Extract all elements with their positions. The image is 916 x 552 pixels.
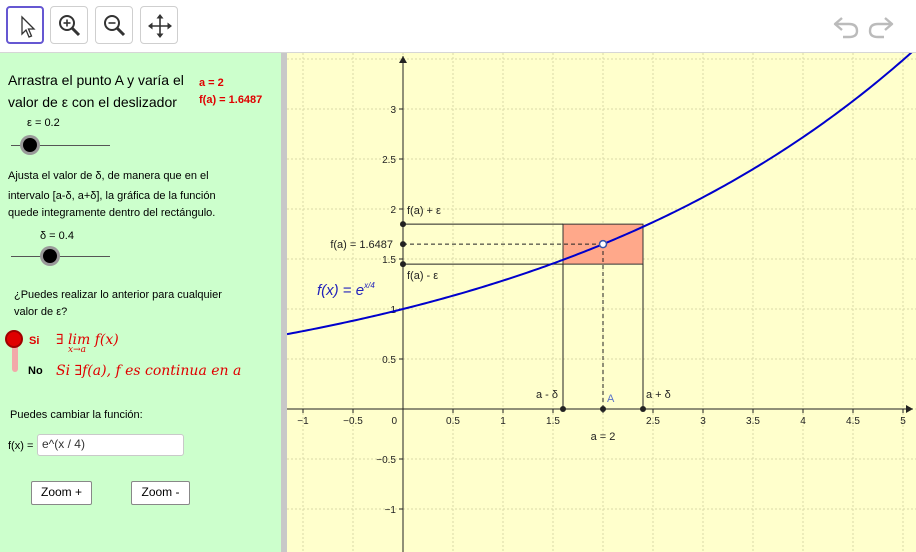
x-tick-label: 1.5 — [546, 416, 560, 427]
fa-value-text: f(a) = 1.6487 — [199, 94, 263, 106]
delta-slider-track[interactable] — [11, 256, 110, 257]
formula-lhs: f(x) — [317, 282, 339, 299]
x-tick-label: −1 — [297, 416, 309, 427]
formula-equals: = — [339, 282, 356, 299]
move-arrows-icon — [148, 14, 172, 38]
label-fa-minus-eps: f(a) - ε — [407, 270, 438, 282]
continuity-text: Si ∃f(a), f es continua en a — [56, 363, 242, 379]
y-tick-label: −1 — [385, 505, 397, 516]
graphics-view[interactable]: −1 −0.5 0.5 1 3 3.5 4 4.5 5 1.5 2.5 0 3 2.5 2 1.5 1 0.5 −0… — [287, 53, 916, 552]
y-tick-label: −0.5 — [376, 455, 396, 466]
change-function-label: Puedes cambiar la función: — [10, 409, 143, 421]
fx-input-label: f(x) = — [8, 440, 34, 452]
point-a-axis — [600, 406, 606, 412]
y-tick-label: 2 — [390, 205, 396, 216]
redo-icon[interactable] — [867, 12, 897, 40]
y-tick-label: 3 — [390, 105, 396, 116]
instructions-line-2: intervalo [a-δ, a+δ], la gráfica de la f… — [8, 190, 216, 202]
graph-canvas[interactable]: −1 −0.5 0.5 1 3 3.5 4 4.5 51.5 2.5032.521.510.5−0… — [287, 53, 916, 552]
label-a-plus-delta: a + δ — [646, 389, 671, 401]
point-a-plus-delta — [640, 406, 646, 412]
zoom-out-button[interactable]: Zoom - — [131, 481, 190, 505]
zoom-in-tool-button[interactable] — [50, 6, 88, 44]
zoom-in-icon — [59, 15, 81, 37]
y-tick-label: 1.5 — [382, 255, 396, 266]
x-axis-arrow — [906, 405, 913, 413]
limit-exists-text: ∃ lim f(x) — [56, 332, 119, 348]
toggle-no-label[interactable]: No — [28, 365, 43, 377]
point-a-minus-delta — [560, 406, 566, 412]
zoom-out-icon — [104, 15, 126, 37]
x-tick-label: −0.5 — [343, 416, 363, 427]
label-fa: f(a) = 1.6487 — [330, 239, 393, 251]
epsilon-slider-knob[interactable] — [23, 138, 37, 152]
undo-icon[interactable] — [830, 12, 860, 40]
delta-slider-label: δ = 0.4 — [40, 230, 74, 242]
x-tick-label: 5 — [900, 416, 906, 427]
label-a: a = 2 — [591, 431, 616, 443]
x-tick-label: 2.5 — [646, 416, 660, 427]
x-tick-label: 4 — [800, 416, 806, 427]
x-tick-label: 3 — [700, 416, 706, 427]
x-tick-label: 4.5 — [846, 416, 860, 427]
function-curve — [287, 53, 913, 336]
y-tick-label: 2.5 — [382, 155, 396, 166]
intro-line-1: Arrastra el punto A y varía el — [8, 72, 184, 88]
function-formula-label: f(x) = ex/4 — [317, 281, 375, 299]
limit-subscript-text: x→a — [68, 345, 86, 355]
a-value-text: a = 2 — [199, 77, 224, 89]
label-a-minus-delta: a - δ — [536, 389, 558, 401]
toolbar — [0, 0, 916, 53]
zoom-out-tool-button[interactable] — [95, 6, 133, 44]
y-tick-label: 0.5 — [382, 355, 396, 366]
toggle-knob[interactable] — [7, 332, 21, 346]
epsilon-slider-label: ε = 0.2 — [27, 117, 60, 129]
instructions-line-3: quede integramente dentro del rectángulo… — [8, 207, 216, 219]
question-line-1: ¿Puedes realizar lo anterior para cualqu… — [14, 289, 222, 301]
function-input[interactable]: e^(x / 4) — [37, 434, 184, 456]
point-fa-plus-eps — [400, 221, 406, 228]
formula-base: e — [356, 282, 364, 299]
intro-line-2: valor de ε con el deslizador — [8, 94, 177, 110]
x-tick-label: 3.5 — [746, 416, 760, 427]
toggle-yes-label[interactable]: Si — [29, 335, 39, 347]
cursor-arrow-icon — [21, 15, 36, 38]
algebra-panel: Arrastra el punto A y varía el valor de … — [0, 53, 281, 552]
point-a-label: A — [607, 393, 615, 405]
question-line-2: valor de ε? — [14, 306, 68, 318]
move-graphics-view-tool-button[interactable] — [140, 6, 178, 44]
zoom-in-button[interactable]: Zoom + — [31, 481, 92, 505]
delta-slider-knob[interactable] — [43, 249, 57, 263]
point-fa-minus-eps — [400, 261, 406, 268]
move-tool-button[interactable] — [6, 6, 44, 44]
point-fa — [400, 241, 406, 248]
point-on-curve — [598, 239, 608, 249]
x-tick-label: 1 — [500, 416, 506, 427]
formula-exponent: x/4 — [363, 281, 375, 290]
origin-label: 0 — [391, 416, 397, 427]
label-fa-plus-eps: f(a) + ε — [407, 205, 441, 217]
x-tick-label: 0.5 — [446, 416, 460, 427]
instructions-line-1: Ajusta el valor de δ, de manera que en e… — [8, 170, 209, 182]
